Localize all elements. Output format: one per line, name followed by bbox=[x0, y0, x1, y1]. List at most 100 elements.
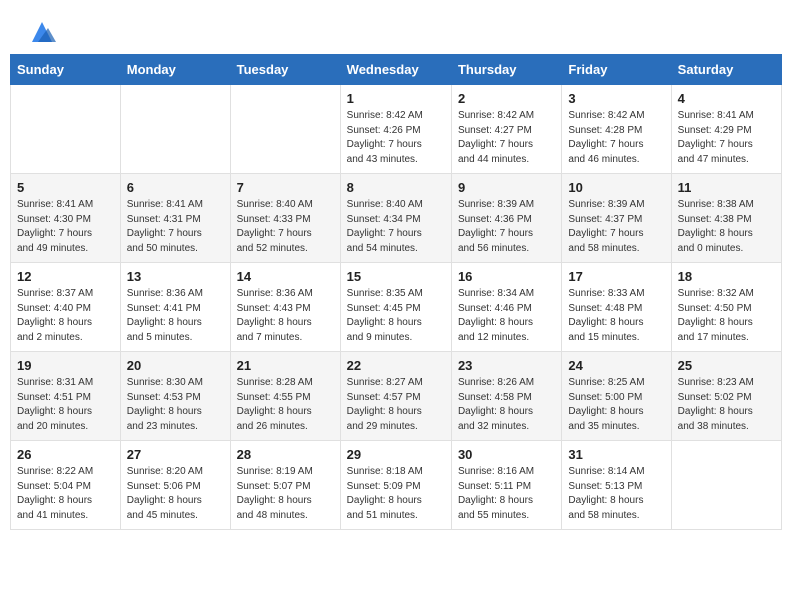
day-number: 12 bbox=[17, 269, 114, 284]
day-info: Sunrise: 8:30 AM Sunset: 4:53 PM Dayligh… bbox=[127, 376, 224, 434]
day-number: 5 bbox=[17, 180, 114, 195]
day-info: Sunrise: 8:39 AM Sunset: 4:36 PM Dayligh… bbox=[458, 198, 555, 256]
logo-icon bbox=[28, 18, 56, 46]
calendar-week-row: 1 Sunrise: 8:42 AM Sunset: 4:26 PM Daylig… bbox=[11, 85, 782, 174]
day-number: 9 bbox=[458, 180, 555, 195]
calendar-week-row: 26 Sunrise: 8:22 AM Sunset: 5:04 PM Dayli… bbox=[11, 441, 782, 530]
calendar-day-cell: 22Sunrise: 8:27 AM Sunset: 4:57 PM Dayli… bbox=[340, 352, 451, 441]
day-number: 25 bbox=[678, 358, 775, 373]
day-of-week-header: Monday bbox=[120, 55, 230, 85]
day-info: Sunrise: 8:26 AM Sunset: 4:58 PM Dayligh… bbox=[458, 376, 555, 434]
day-number: 16 bbox=[458, 269, 555, 284]
calendar-day-cell: 18 Sunrise: 8:32 AM Sunset: 4:50 PM Dayli… bbox=[671, 263, 781, 352]
day-info: Sunrise: 8:28 AM Sunset: 4:55 PM Dayligh… bbox=[237, 376, 334, 434]
calendar-day-cell bbox=[671, 441, 781, 530]
days-of-week-row: SundayMondayTuesdayWednesdayThursdayFrid… bbox=[11, 55, 782, 85]
calendar-day-cell: 4Sunrise: 8:41 AM Sunset: 4:29 PM Daylig… bbox=[671, 85, 781, 174]
calendar-day-cell: 9 Sunrise: 8:39 AM Sunset: 4:36 PM Daylig… bbox=[451, 174, 561, 263]
day-number: 15 bbox=[347, 269, 445, 284]
calendar-day-cell: 28 Sunrise: 8:19 AM Sunset: 5:07 PM Dayli… bbox=[230, 441, 340, 530]
day-of-week-header: Thursday bbox=[451, 55, 561, 85]
day-info: Sunrise: 8:42 AM Sunset: 4:26 PM Dayligh… bbox=[347, 109, 445, 167]
day-info: Sunrise: 8:38 AM Sunset: 4:38 PM Dayligh… bbox=[678, 198, 775, 256]
day-info: Sunrise: 8:42 AM Sunset: 4:27 PM Dayligh… bbox=[458, 109, 555, 167]
day-of-week-header: Friday bbox=[562, 55, 671, 85]
day-info: Sunrise: 8:27 AM Sunset: 4:57 PM Dayligh… bbox=[347, 376, 445, 434]
day-number: 26 bbox=[17, 447, 114, 462]
day-number: 31 bbox=[568, 447, 664, 462]
calendar-day-cell bbox=[120, 85, 230, 174]
day-info: Sunrise: 8:40 AM Sunset: 4:33 PM Dayligh… bbox=[237, 198, 334, 256]
day-number: 27 bbox=[127, 447, 224, 462]
calendar-day-cell: 31 Sunrise: 8:14 AM Sunset: 5:13 PM Dayli… bbox=[562, 441, 671, 530]
day-number: 14 bbox=[237, 269, 334, 284]
day-of-week-header: Sunday bbox=[11, 55, 121, 85]
day-info: Sunrise: 8:32 AM Sunset: 4:50 PM Dayligh… bbox=[678, 287, 775, 345]
day-number: 7 bbox=[237, 180, 334, 195]
day-info: Sunrise: 8:36 AM Sunset: 4:43 PM Dayligh… bbox=[237, 287, 334, 345]
day-info: Sunrise: 8:19 AM Sunset: 5:07 PM Dayligh… bbox=[237, 465, 334, 523]
calendar-day-cell: 17 Sunrise: 8:33 AM Sunset: 4:48 PM Dayli… bbox=[562, 263, 671, 352]
day-info: Sunrise: 8:37 AM Sunset: 4:40 PM Dayligh… bbox=[17, 287, 114, 345]
calendar-week-row: 12 Sunrise: 8:37 AM Sunset: 4:40 PM Dayli… bbox=[11, 263, 782, 352]
day-number: 24 bbox=[568, 358, 664, 373]
day-info: Sunrise: 8:41 AM Sunset: 4:30 PM Dayligh… bbox=[17, 198, 114, 256]
day-info: Sunrise: 8:16 AM Sunset: 5:11 PM Dayligh… bbox=[458, 465, 555, 523]
calendar-day-cell: 11 Sunrise: 8:38 AM Sunset: 4:38 PM Dayli… bbox=[671, 174, 781, 263]
calendar-day-cell: 13 Sunrise: 8:36 AM Sunset: 4:41 PM Dayli… bbox=[120, 263, 230, 352]
day-info: Sunrise: 8:39 AM Sunset: 4:37 PM Dayligh… bbox=[568, 198, 664, 256]
day-info: Sunrise: 8:40 AM Sunset: 4:34 PM Dayligh… bbox=[347, 198, 445, 256]
calendar-day-cell: 19 Sunrise: 8:31 AM Sunset: 4:51 PM Dayli… bbox=[11, 352, 121, 441]
calendar-day-cell: 24Sunrise: 8:25 AM Sunset: 5:00 PM Dayli… bbox=[562, 352, 671, 441]
day-number: 18 bbox=[678, 269, 775, 284]
day-info: Sunrise: 8:42 AM Sunset: 4:28 PM Dayligh… bbox=[568, 109, 664, 167]
day-number: 13 bbox=[127, 269, 224, 284]
day-info: Sunrise: 8:31 AM Sunset: 4:51 PM Dayligh… bbox=[17, 376, 114, 434]
day-number: 1 bbox=[347, 91, 445, 106]
day-info: Sunrise: 8:36 AM Sunset: 4:41 PM Dayligh… bbox=[127, 287, 224, 345]
day-number: 30 bbox=[458, 447, 555, 462]
day-number: 23 bbox=[458, 358, 555, 373]
calendar-day-cell: 21 Sunrise: 8:28 AM Sunset: 4:55 PM Dayli… bbox=[230, 352, 340, 441]
calendar-day-cell: 2 Sunrise: 8:42 AM Sunset: 4:27 PM Daylig… bbox=[451, 85, 561, 174]
calendar-day-cell: 10 Sunrise: 8:39 AM Sunset: 4:37 PM Dayli… bbox=[562, 174, 671, 263]
day-info: Sunrise: 8:33 AM Sunset: 4:48 PM Dayligh… bbox=[568, 287, 664, 345]
day-info: Sunrise: 8:20 AM Sunset: 5:06 PM Dayligh… bbox=[127, 465, 224, 523]
calendar-day-cell: 25 Sunrise: 8:23 AM Sunset: 5:02 PM Dayli… bbox=[671, 352, 781, 441]
day-number: 6 bbox=[127, 180, 224, 195]
day-of-week-header: Tuesday bbox=[230, 55, 340, 85]
day-number: 8 bbox=[347, 180, 445, 195]
calendar-day-cell: 23 Sunrise: 8:26 AM Sunset: 4:58 PM Dayli… bbox=[451, 352, 561, 441]
day-number: 21 bbox=[237, 358, 334, 373]
day-info: Sunrise: 8:41 AM Sunset: 4:31 PM Dayligh… bbox=[127, 198, 224, 256]
day-number: 11 bbox=[678, 180, 775, 195]
day-number: 3 bbox=[568, 91, 664, 106]
day-info: Sunrise: 8:23 AM Sunset: 5:02 PM Dayligh… bbox=[678, 376, 775, 434]
day-number: 19 bbox=[17, 358, 114, 373]
day-info: Sunrise: 8:22 AM Sunset: 5:04 PM Dayligh… bbox=[17, 465, 114, 523]
calendar-day-cell: 29Sunrise: 8:18 AM Sunset: 5:09 PM Dayli… bbox=[340, 441, 451, 530]
calendar-day-cell: 14 Sunrise: 8:36 AM Sunset: 4:43 PM Dayli… bbox=[230, 263, 340, 352]
day-info: Sunrise: 8:34 AM Sunset: 4:46 PM Dayligh… bbox=[458, 287, 555, 345]
calendar-day-cell: 27 Sunrise: 8:20 AM Sunset: 5:06 PM Dayli… bbox=[120, 441, 230, 530]
day-number: 28 bbox=[237, 447, 334, 462]
calendar-day-cell: 3 Sunrise: 8:42 AM Sunset: 4:28 PM Daylig… bbox=[562, 85, 671, 174]
day-info: Sunrise: 8:18 AM Sunset: 5:09 PM Dayligh… bbox=[347, 465, 445, 523]
day-of-week-header: Saturday bbox=[671, 55, 781, 85]
calendar-day-cell: 12 Sunrise: 8:37 AM Sunset: 4:40 PM Dayli… bbox=[11, 263, 121, 352]
calendar-day-cell bbox=[11, 85, 121, 174]
calendar-day-cell: 6 Sunrise: 8:41 AM Sunset: 4:31 PM Daylig… bbox=[120, 174, 230, 263]
calendar-day-cell bbox=[230, 85, 340, 174]
calendar-day-cell: 26 Sunrise: 8:22 AM Sunset: 5:04 PM Dayli… bbox=[11, 441, 121, 530]
calendar-day-cell: 5 Sunrise: 8:41 AM Sunset: 4:30 PM Daylig… bbox=[11, 174, 121, 263]
calendar-header: SundayMondayTuesdayWednesdayThursdayFrid… bbox=[11, 55, 782, 85]
day-info: Sunrise: 8:14 AM Sunset: 5:13 PM Dayligh… bbox=[568, 465, 664, 523]
calendar-body: 1 Sunrise: 8:42 AM Sunset: 4:26 PM Daylig… bbox=[11, 85, 782, 530]
calendar-week-row: 19 Sunrise: 8:31 AM Sunset: 4:51 PM Dayli… bbox=[11, 352, 782, 441]
day-number: 10 bbox=[568, 180, 664, 195]
day-number: 17 bbox=[568, 269, 664, 284]
calendar-week-row: 5 Sunrise: 8:41 AM Sunset: 4:30 PM Daylig… bbox=[11, 174, 782, 263]
day-number: 2 bbox=[458, 91, 555, 106]
logo bbox=[24, 18, 56, 46]
calendar-day-cell: 7 Sunrise: 8:40 AM Sunset: 4:33 PM Daylig… bbox=[230, 174, 340, 263]
